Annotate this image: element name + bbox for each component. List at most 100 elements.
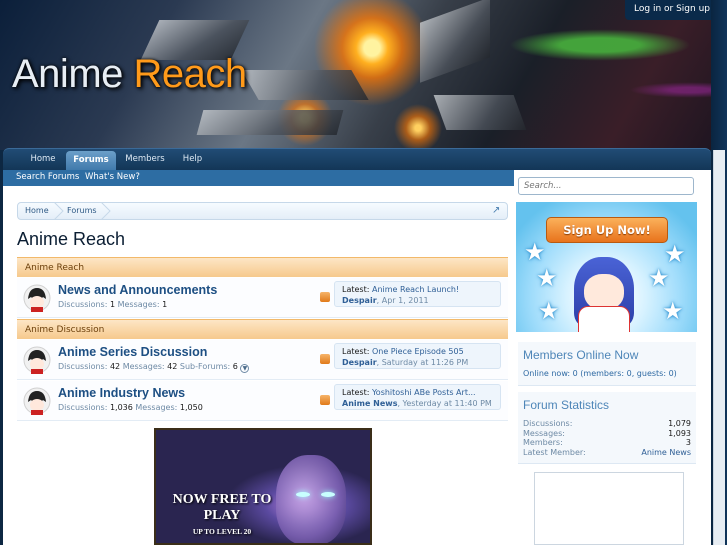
stat-value: 3: [685, 438, 691, 447]
latest-user-link[interactable]: Anime News: [342, 399, 397, 408]
star-icon: ★: [538, 297, 560, 325]
latest-thread-link[interactable]: One Piece Episode 505: [372, 347, 464, 356]
stat-label: Discussions:: [58, 362, 108, 371]
latest-user-link[interactable]: Despair: [342, 358, 377, 367]
category-header-anime-reach[interactable]: Anime Reach: [17, 257, 508, 277]
stat-label: Discussions:: [58, 300, 108, 309]
star-icon: ★: [648, 264, 670, 292]
forum-stats: Discussions: 1 Messages: 1: [58, 300, 167, 309]
signup-promo: ★ ★ ★ ★ ★ ★ Sign Up Now!: [516, 202, 697, 332]
latest-date: , Yesterday at 11:40 PM: [397, 399, 492, 408]
main-nav: Home Forums Members Help: [3, 148, 711, 171]
subnav-search-forums[interactable]: Search Forums: [16, 170, 79, 185]
forum-mascot-icon: [23, 387, 51, 415]
breadcrumb-separator-icon: [53, 202, 64, 220]
breadcrumb: Home Forums ↗: [17, 202, 508, 220]
forum-statistics-heading: Forum Statistics: [523, 398, 610, 412]
page-title: Anime Reach: [17, 229, 126, 249]
stat-value: 1,079: [668, 419, 691, 428]
star-icon: ★: [662, 297, 684, 325]
latest-thread-link[interactable]: Anime Reach Launch!: [372, 285, 459, 294]
ad-character-image: [276, 455, 346, 543]
latest-thread-link[interactable]: Yoshitoshi ABe Posts Art...: [372, 388, 476, 397]
sidebar-ad-slot[interactable]: [534, 472, 684, 545]
stat-label: Discussions:: [58, 403, 108, 412]
stat-label: Messages:: [122, 362, 165, 371]
stat-row-discussions: Discussions: 1,079: [523, 419, 691, 429]
banner-decor: [433, 95, 527, 130]
forum-title-link[interactable]: News and Announcements: [58, 283, 217, 297]
rss-icon[interactable]: [320, 292, 330, 302]
star-icon: ★: [536, 264, 558, 292]
page-edge: [711, 0, 727, 545]
logo-word-anime: Anime: [12, 52, 123, 96]
stat-value: 1,093: [668, 428, 691, 438]
logo-word-reach: Reach: [133, 52, 248, 96]
banner-decor: [241, 70, 369, 100]
banner-decor: [196, 110, 344, 135]
messages-count: 1: [162, 300, 168, 309]
stat-label: Sub-Forums:: [179, 362, 231, 371]
discussions-count: 42: [109, 362, 121, 371]
stat-label: Messages:: [135, 403, 178, 412]
sidebar: ★ ★ ★ ★ ★ ★ Sign Up Now! Members Online …: [514, 170, 711, 545]
banner-decor: [420, 0, 490, 83]
signup-button[interactable]: Sign Up Now!: [546, 217, 668, 243]
mascot-body: [578, 306, 630, 332]
messages-count: 1,050: [179, 403, 203, 412]
subnav-whats-new[interactable]: What's New?: [85, 170, 140, 185]
latest-post-box: Latest: One Piece Episode 505 Despair, S…: [334, 343, 501, 369]
stat-row-latest-member: Latest Member: Anime News: [523, 448, 691, 458]
discussions-count: 1: [109, 300, 116, 309]
nav-tab-forums[interactable]: Forums: [66, 151, 116, 171]
nav-tab-members[interactable]: Members: [120, 149, 170, 171]
rss-icon[interactable]: [320, 395, 330, 405]
nav-tab-home[interactable]: Home: [23, 149, 63, 171]
scrollbar[interactable]: [713, 150, 725, 545]
ad-character-eye: [296, 492, 310, 497]
members-online-heading[interactable]: Members Online Now: [523, 348, 638, 362]
ad-headline: NOW FREE TO PLAY: [172, 492, 272, 523]
site-logo[interactable]: Anime Reach: [12, 52, 247, 97]
forum-statistics-block: Forum Statistics Discussions: 1,079 Mess…: [518, 392, 696, 464]
latest-post-box: Latest: Yoshitoshi ABe Posts Art... Anim…: [334, 384, 501, 410]
latest-label: Latest:: [342, 347, 370, 356]
jump-to-page-icon[interactable]: ↗: [492, 206, 502, 216]
stat-row-messages: Messages: 1,093: [523, 429, 691, 439]
advertisement-banner[interactable]: NOW FREE TO PLAY UP TO LEVEL 20: [154, 428, 372, 545]
nav-tab-help[interactable]: Help: [175, 149, 210, 171]
latest-label: Latest:: [342, 388, 370, 397]
stat-label: Latest Member:: [523, 447, 586, 457]
ad-subline: UP TO LEVEL 20: [192, 527, 252, 536]
latest-post-box: Latest: Anime Reach Launch! Despair, Apr…: [334, 281, 501, 307]
forum-title-link[interactable]: Anime Industry News: [58, 386, 185, 400]
breadcrumb-forums[interactable]: Forums: [67, 203, 97, 219]
main-content: Home Forums ↗ Anime Reach Anime Reach Ne…: [3, 186, 514, 545]
forum-title-link[interactable]: Anime Series Discussion: [58, 345, 207, 359]
login-signup-link[interactable]: Log in or Sign up: [625, 0, 719, 20]
subforums-count: 6: [232, 362, 238, 371]
breadcrumb-home[interactable]: Home: [25, 203, 49, 219]
discussions-count: 1,036: [109, 403, 133, 412]
messages-count: 42: [167, 362, 178, 371]
members-online-block: Members Online Now Online now: 0 (member…: [518, 342, 696, 386]
search-input[interactable]: [518, 177, 694, 195]
forum-row-anime-series-discussion: Anime Series Discussion Discussions: 42 …: [17, 340, 508, 380]
stat-label: Members:: [523, 438, 563, 447]
stat-row-members: Members: 3: [523, 438, 691, 448]
subforums-dropdown-icon[interactable]: ▼: [240, 364, 250, 373]
ad-character-eye: [321, 492, 335, 497]
forum-stats: Discussions: 1,036 Messages: 1,050: [58, 403, 203, 412]
stat-label: Messages:: [523, 428, 565, 438]
rss-icon[interactable]: [320, 354, 330, 364]
breadcrumb-separator-icon: [100, 202, 111, 220]
forum-stats: Discussions: 42 Messages: 42 Sub-Forums:…: [58, 362, 250, 373]
forum-mascot-icon: [23, 346, 51, 374]
forum-row-news-and-announcements: News and Announcements Discussions: 1 Me…: [17, 278, 508, 318]
mascot-face: [584, 274, 624, 310]
forum-mascot-icon: [23, 284, 51, 312]
forum-row-anime-industry-news: Anime Industry News Discussions: 1,036 M…: [17, 381, 508, 421]
category-header-anime-discussion[interactable]: Anime Discussion: [17, 319, 508, 339]
latest-user-link[interactable]: Despair: [342, 296, 377, 305]
latest-member-link[interactable]: Anime News: [641, 448, 691, 458]
